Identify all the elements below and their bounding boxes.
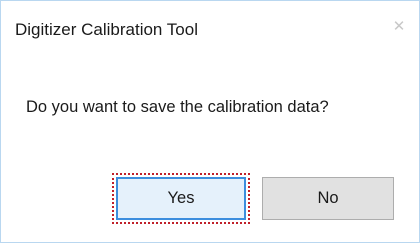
yes-button[interactable]: Yes [116,177,246,220]
dialog-title: Digitizer Calibration Tool [15,20,198,39]
dialog-message: Do you want to save the calibration data… [26,98,329,116]
no-button[interactable]: No [262,177,394,220]
close-button[interactable]: ✕ [385,13,413,39]
calibration-dialog: Digitizer Calibration Tool ✕ Do you want… [0,0,420,243]
close-icon: ✕ [392,18,406,35]
title-bar: Digitizer Calibration Tool ✕ [1,1,419,51]
